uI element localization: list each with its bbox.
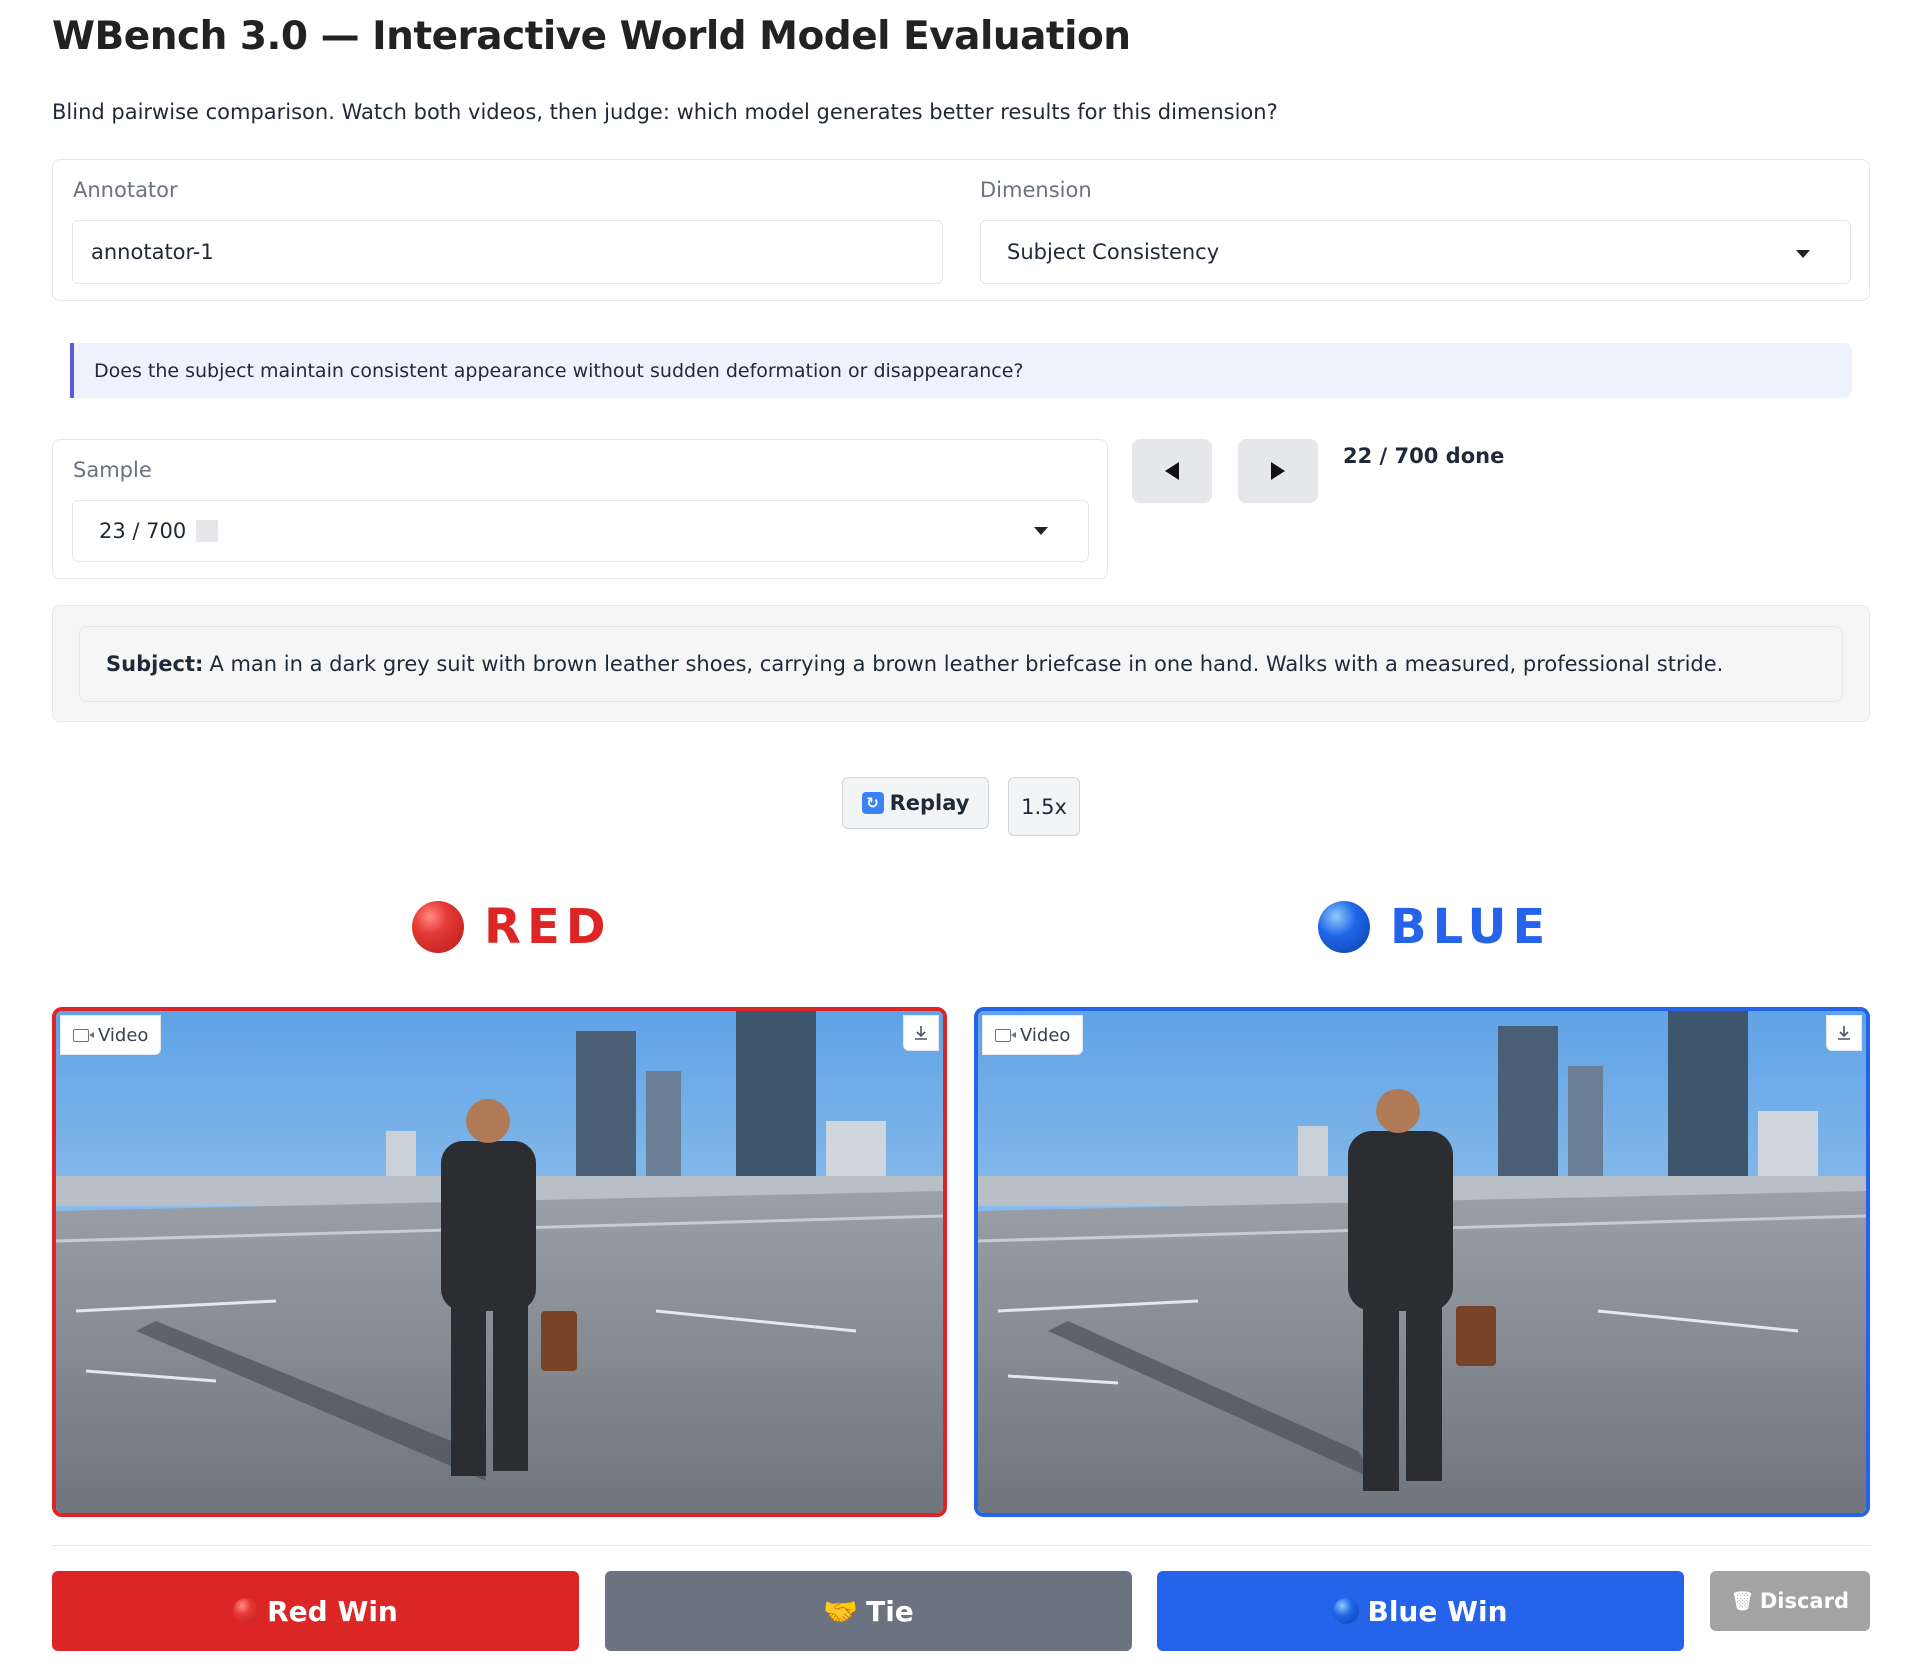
blue-win-label: Blue Win xyxy=(1367,1594,1508,1628)
replay-icon: ↻ xyxy=(861,792,884,814)
settings-panel: Annotator annotator-1 Dimension Subject … xyxy=(52,159,1870,301)
video-tag: Video xyxy=(60,1015,162,1055)
progress-counter: 22 / 700 done xyxy=(1343,444,1505,468)
annotator-input[interactable]: annotator-1 xyxy=(72,220,943,284)
video-tag-label: Video xyxy=(1020,1024,1071,1046)
replay-label: Replay xyxy=(889,791,970,815)
video-camera-icon xyxy=(73,1028,94,1042)
speed-button[interactable]: 1.5x xyxy=(1008,777,1080,836)
red-circle-icon xyxy=(412,901,464,953)
red-win-button[interactable]: Red Win xyxy=(52,1571,579,1651)
sample-label: Sample xyxy=(73,458,152,482)
trash-icon: 🗑 xyxy=(1731,1590,1754,1612)
tie-button[interactable]: 🤝 Tie xyxy=(605,1571,1132,1651)
red-team-label: RED xyxy=(412,899,612,955)
triangle-left-icon xyxy=(1165,462,1179,480)
chevron-down-icon xyxy=(1796,250,1810,258)
page-title: WBench 3.0 — Interactive World Model Eva… xyxy=(52,14,1131,59)
sample-value: 23 / 700 xyxy=(99,519,187,543)
divider xyxy=(52,1545,1870,1546)
sample-panel: Sample 23 / 700 xyxy=(52,439,1108,579)
blue-circle-icon xyxy=(1333,1598,1360,1624)
blue-win-button[interactable]: Blue Win xyxy=(1157,1571,1684,1651)
blue-team-label: BLUE xyxy=(1318,899,1551,955)
sample-status-swatch xyxy=(196,520,219,542)
prev-sample-button[interactable] xyxy=(1132,439,1212,503)
video-tag-label: Video xyxy=(98,1024,149,1046)
discard-button[interactable]: 🗑 Discard xyxy=(1710,1571,1870,1631)
chevron-down-icon xyxy=(1034,527,1048,535)
dimension-label: Dimension xyxy=(980,178,1092,202)
page-subtitle: Blind pairwise comparison. Watch both vi… xyxy=(52,100,1278,124)
blue-video-frame xyxy=(978,1011,1866,1513)
subject-description: Subject: A man in a dark grey suit with … xyxy=(79,626,1843,702)
dimension-select[interactable]: Subject Consistency xyxy=(980,220,1851,284)
red-label-text: RED xyxy=(484,899,612,955)
red-circle-icon xyxy=(233,1598,260,1624)
next-sample-button[interactable] xyxy=(1238,439,1318,503)
tie-label: Tie xyxy=(866,1594,914,1628)
dimension-question: Does the subject maintain consistent app… xyxy=(70,343,1852,398)
video-tag: Video xyxy=(982,1015,1084,1055)
subject-text: A man in a dark grey suit with brown lea… xyxy=(209,652,1724,676)
subject-label: Subject: xyxy=(106,652,204,676)
red-video-player[interactable]: Video xyxy=(52,1007,947,1517)
replay-button[interactable]: ↻ Replay xyxy=(842,777,989,829)
triangle-right-icon xyxy=(1271,462,1285,480)
handshake-icon: 🤝 xyxy=(823,1594,859,1628)
blue-label-text: BLUE xyxy=(1390,899,1552,955)
sample-select[interactable]: 23 / 700 xyxy=(72,500,1089,562)
download-icon[interactable] xyxy=(1826,1015,1862,1051)
annotator-label: Annotator xyxy=(73,178,178,202)
discard-label: Discard xyxy=(1759,1589,1849,1613)
dimension-value: Subject Consistency xyxy=(1007,240,1220,264)
blue-video-player[interactable]: Video xyxy=(974,1007,1870,1517)
video-camera-icon xyxy=(995,1028,1016,1042)
red-video-frame xyxy=(56,1011,943,1513)
red-win-label: Red Win xyxy=(267,1594,398,1628)
download-icon[interactable] xyxy=(903,1015,939,1051)
blue-circle-icon xyxy=(1318,901,1370,953)
